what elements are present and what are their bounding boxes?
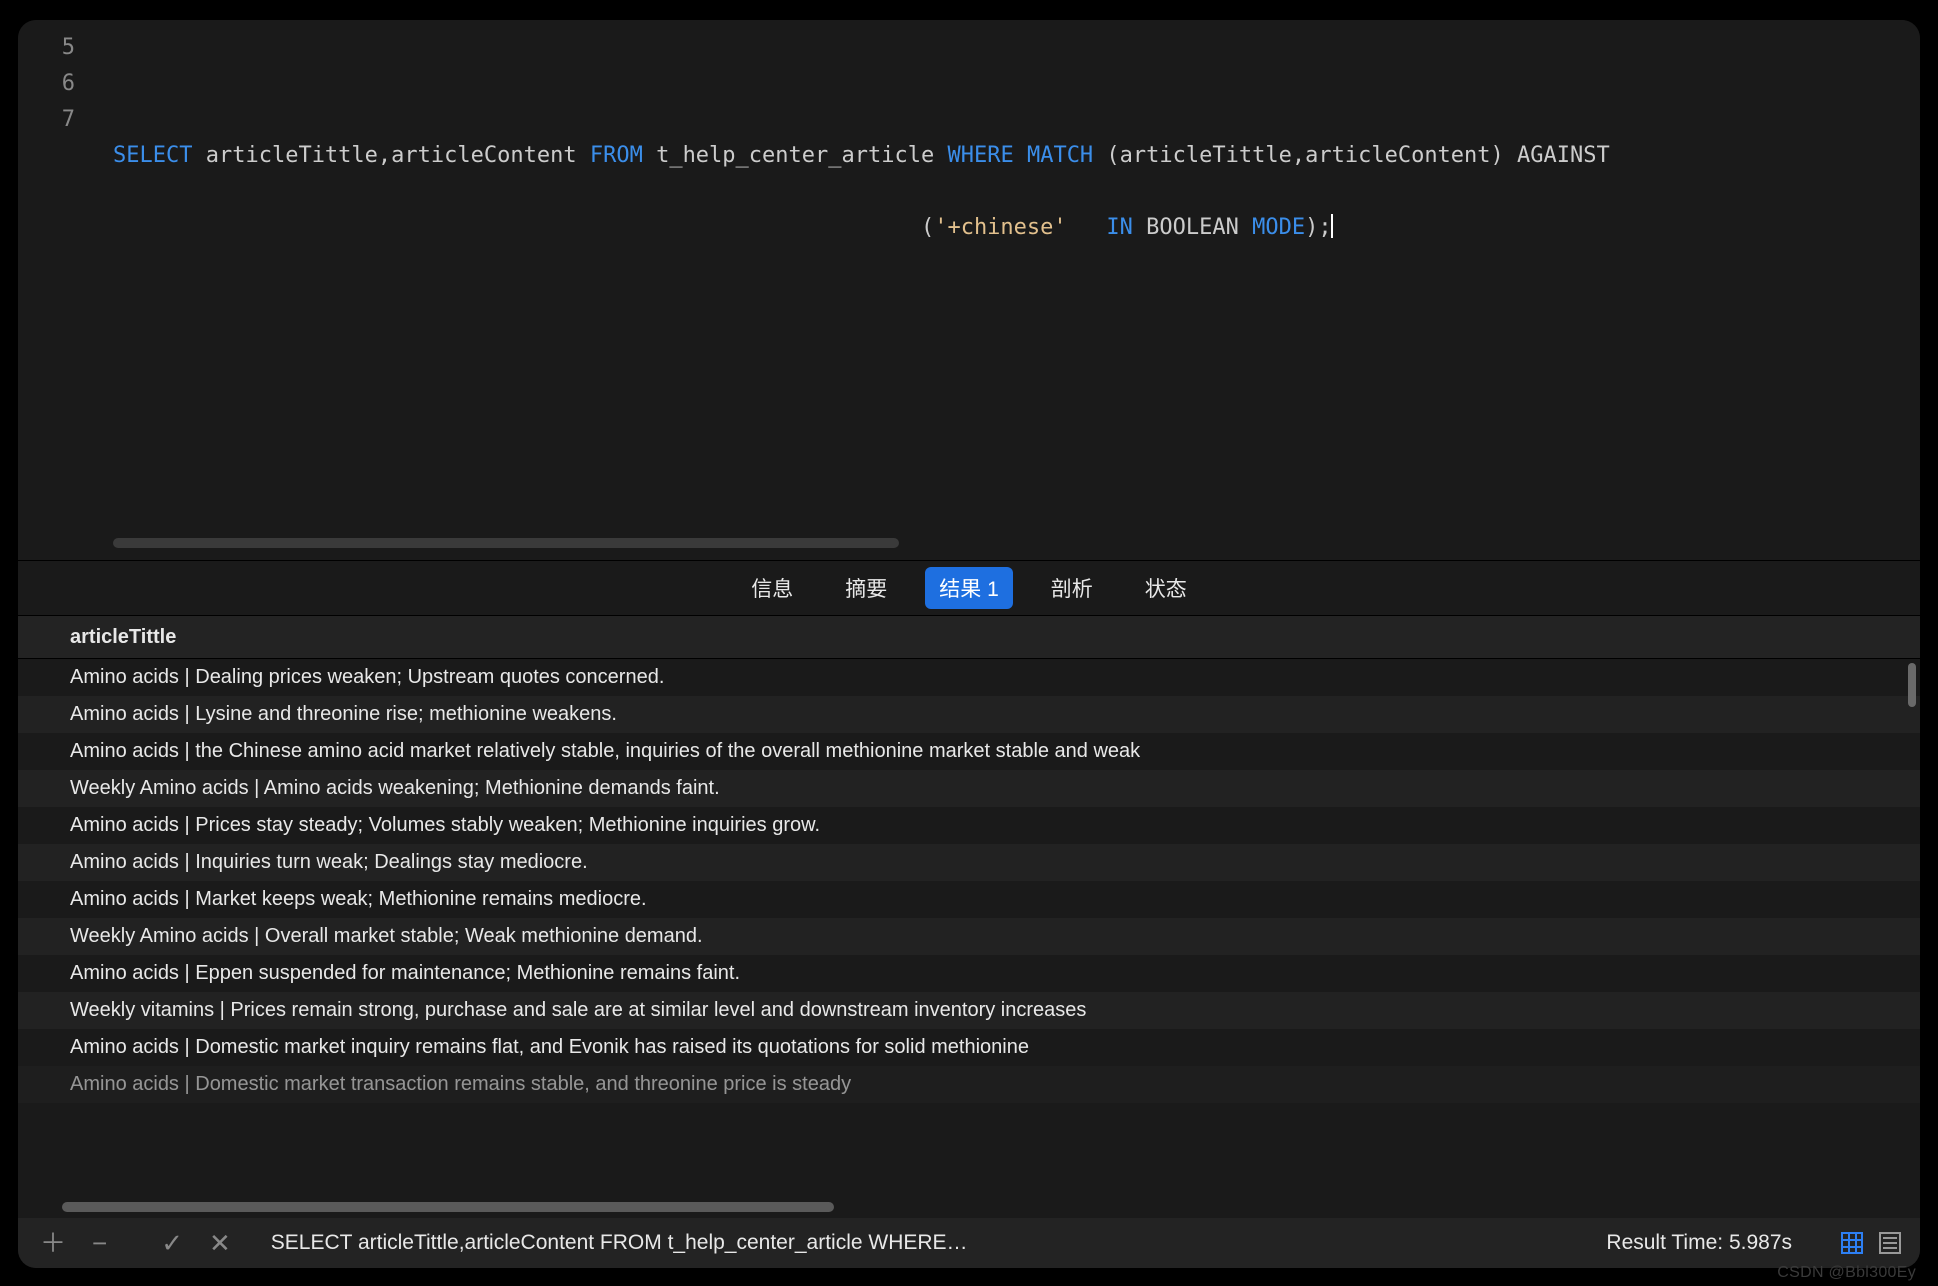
sql-match-args: (articleTittle,articleContent) <box>1093 143 1517 168</box>
text-cursor <box>1331 214 1333 238</box>
table-row[interactable]: Weekly Amino acids | Amino acids weakeni… <box>18 770 1920 807</box>
statusbar-query-text: SELECT articleTittle,articleContent FROM… <box>271 1231 968 1255</box>
results-grid[interactable]: Amino acids | Dealing prices weaken; Ups… <box>18 659 1920 1218</box>
table-row[interactable]: Amino acids | Domestic market transactio… <box>18 1066 1920 1103</box>
kw-where: WHERE <box>947 143 1013 168</box>
form-view-icon[interactable] <box>1878 1231 1902 1255</box>
table-row[interactable]: Amino acids | Market keeps weak; Methion… <box>18 881 1920 918</box>
add-button[interactable]: ＋ <box>36 1230 70 1256</box>
line-number: 5 <box>18 30 93 66</box>
table-row[interactable]: Amino acids | Domestic market inquiry re… <box>18 1029 1920 1066</box>
table-row[interactable]: Amino acids | Dealing prices weaken; Ups… <box>18 659 1920 696</box>
table-row[interactable]: Amino acids | Eppen suspended for mainte… <box>18 955 1920 992</box>
sql-columns: articleTittle,articleContent <box>192 143 589 168</box>
watermark: CSDN @Bbl300Ey <box>1777 1264 1916 1282</box>
results-rows: Amino acids | Dealing prices weaken; Ups… <box>18 659 1920 1200</box>
scrollbar-thumb[interactable] <box>62 1202 834 1212</box>
code-line[interactable] <box>113 66 1900 102</box>
tab-status[interactable]: 状态 <box>1131 567 1201 609</box>
results-tabbar: 信息 摘要 结果 1 剖析 状态 <box>18 560 1920 615</box>
sql-string-literal: '+chinese' <box>934 215 1066 240</box>
table-row[interactable]: Amino acids | the Chinese amino acid mar… <box>18 733 1920 770</box>
results-horizontal-scrollbar[interactable] <box>62 1202 1900 1214</box>
scrollbar-thumb[interactable] <box>113 538 899 548</box>
table-row[interactable]: Amino acids | Inquiries turn weak; Deali… <box>18 844 1920 881</box>
kw-select: SELECT <box>113 143 192 168</box>
status-bar: ＋ − ✓ ✕ SELECT articleTittle,articleCont… <box>18 1218 1920 1268</box>
kw-match: MATCH <box>1027 143 1093 168</box>
table-row[interactable]: Weekly vitamins | Prices remain strong, … <box>18 992 1920 1029</box>
remove-button[interactable]: − <box>88 1230 111 1256</box>
result-time-label: Result Time: 5.987s <box>1606 1231 1792 1255</box>
sql-editor[interactable]: 5 6 7 SELECT articleTittle,articleConten… <box>18 20 1920 560</box>
sql-table: t_help_center_article <box>643 143 948 168</box>
table-row[interactable]: Amino acids | Lysine and threonine rise;… <box>18 696 1920 733</box>
results-vertical-scrollbar[interactable] <box>1908 663 1916 707</box>
kw-in: IN <box>1106 215 1133 240</box>
confirm-button[interactable]: ✓ <box>157 1230 187 1256</box>
tab-info[interactable]: 信息 <box>737 567 807 609</box>
code-line[interactable]: ('+chinese' IN BOOLEAN MODE); <box>113 210 1900 246</box>
results-column-header[interactable]: articleTittle <box>18 615 1920 659</box>
app-window: 5 6 7 SELECT articleTittle,articleConten… <box>18 20 1920 1268</box>
tab-profile[interactable]: 剖析 <box>1037 567 1107 609</box>
line-number-gutter: 5 6 7 <box>18 30 93 138</box>
kw-boolean: BOOLEAN <box>1146 215 1252 240</box>
line-number: 7 <box>18 102 93 138</box>
kw-against: AGAINST <box>1517 143 1610 168</box>
tab-summary[interactable]: 摘要 <box>831 567 901 609</box>
cancel-button[interactable]: ✕ <box>205 1230 235 1256</box>
kw-from: FROM <box>590 143 643 168</box>
code-line[interactable]: SELECT articleTittle,articleContent FROM… <box>113 138 1900 174</box>
code-area[interactable]: SELECT articleTittle,articleContent FROM… <box>113 30 1900 318</box>
tab-results[interactable]: 结果 1 <box>925 567 1013 609</box>
table-row[interactable]: Amino acids | Prices stay steady; Volume… <box>18 807 1920 844</box>
editor-horizontal-scrollbar[interactable] <box>113 538 1900 552</box>
kw-mode: MODE <box>1252 215 1305 240</box>
table-row[interactable]: Weekly Amino acids | Overall market stab… <box>18 918 1920 955</box>
column-header-label: articleTittle <box>70 626 176 649</box>
line-number: 6 <box>18 66 93 102</box>
grid-view-icon[interactable] <box>1840 1231 1864 1255</box>
